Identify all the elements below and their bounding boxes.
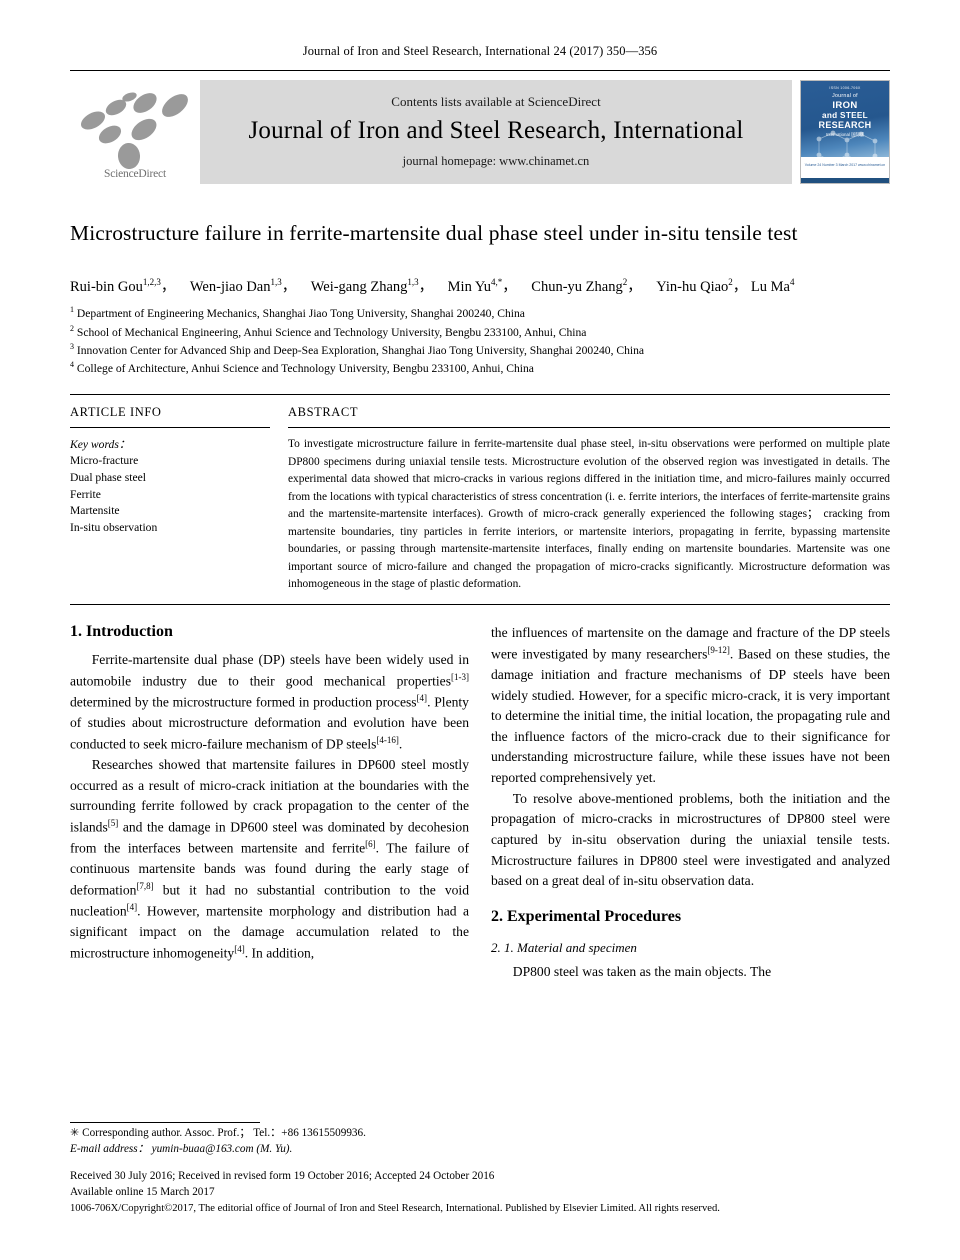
contents-lists-line[interactable]: Contents lists available at ScienceDirec…	[391, 94, 600, 110]
body-columns: 1. Introduction Ferrite-martensite dual …	[70, 623, 890, 983]
paragraph: Ferrite-martensite dual phase (DP) steel…	[70, 652, 469, 752]
masthead: ScienceDirect Contents lists available a…	[70, 80, 890, 184]
affiliation-item: 2 School of Mechanical Engineering, Anhu…	[70, 323, 587, 339]
author-list: Rui-bin Gou1,2,3， Wen-jiao Dan1,3， Wei-g…	[70, 276, 795, 295]
article-info-rule	[70, 426, 270, 428]
body-column-left: 1. Introduction Ferrite-martensite dual …	[70, 623, 469, 983]
paragraph: To resolve above-mentioned problems, bot…	[491, 790, 890, 889]
footnote-rule	[70, 1122, 260, 1123]
cover-iron-word: IRON	[832, 100, 858, 111]
corresponding-author-note: ✳ Corresponding author. Assoc. Prof.； Te…	[70, 1127, 366, 1139]
keyword-item: Dual phase steel	[70, 470, 146, 484]
affiliation-item: 3 Innovation Center for Advanced Ship an…	[70, 342, 645, 357]
abstract-rule	[288, 426, 890, 428]
abstract-column: ABSTRACT To investigate microstructure f…	[288, 405, 890, 594]
keywords-label: Key words：	[70, 437, 131, 451]
copyright-line: 1006-706X/Copyright©2017, The editorial …	[70, 1202, 720, 1214]
keyword-item: In-situ observation	[70, 521, 158, 535]
keyword-item: Ferrite	[70, 487, 101, 501]
article-history: Received 30 July 2016; Received in revis…	[70, 1169, 890, 1201]
header-rule	[70, 70, 890, 71]
page-footnotes: ✳ Corresponding author. Assoc. Prof.； Te…	[70, 1122, 890, 1216]
paragraph: DP800 steel was taken as the main object…	[512, 964, 772, 980]
cover-footer-text: Volume 24 Number 3 March 2017 www.chinam…	[804, 163, 886, 167]
abstract-text: To investigate microstructure failure in…	[288, 437, 890, 591]
keyword-item: Martensite	[70, 504, 120, 518]
article-page: Journal of Iron and Steel Research, Inte…	[0, 0, 960, 1260]
subsection-heading-material-and-specimen: 2. 1. Material and specimen	[491, 940, 637, 956]
affiliation-list: 1 Department of Engineering Mechanics, S…	[70, 304, 890, 378]
cover-bottom-bar	[801, 178, 889, 183]
abstract-heading: ABSTRACT	[288, 404, 359, 419]
cover-journal-word: Journal of	[832, 93, 858, 99]
paragraph: the influences of martensite on the dama…	[491, 625, 890, 786]
sciencedirect-logo: ScienceDirect	[70, 80, 200, 184]
keyword-item: Micro-fracture	[70, 453, 139, 467]
article-title: Microstructure failure in ferrite-marten…	[70, 221, 798, 245]
body-column-right: the influences of martensite on the dama…	[491, 623, 890, 983]
section-heading-experimental-procedures: 2. Experimental Procedures	[491, 908, 682, 926]
cover-and-steel-word: and STEEL	[822, 111, 868, 120]
affiliation-item: 1 Department of Engineering Mechanics, S…	[70, 305, 525, 320]
affiliation-item: 4 College of Architecture, Anhui Science…	[70, 360, 534, 376]
journal-title: Journal of Iron and Steel Research, Inte…	[248, 116, 744, 144]
received-dates: Received 30 July 2016; Received in revis…	[70, 1169, 495, 1182]
article-info-heading: ARTICLE INFO	[70, 404, 162, 419]
running-head: Journal of Iron and Steel Research, Inte…	[302, 44, 658, 58]
journal-cover-thumbnail[interactable]: ISSN 1006-706X Journal of IRON and STEEL…	[800, 80, 890, 184]
available-online-date: Available online 15 March 2017	[70, 1185, 215, 1198]
sciencedirect-ellipses-icon	[74, 88, 196, 170]
article-info-abstract-box: ARTICLE INFO Key words： Micro-fracture D…	[70, 393, 890, 605]
cover-issn: ISSN 1006-706X	[829, 86, 861, 90]
section-heading-introduction: 1. Introduction	[70, 623, 173, 640]
journal-homepage-link[interactable]: journal homepage: www.chinamet.cn	[403, 154, 590, 169]
sciencedirect-wordmark: ScienceDirect	[104, 168, 166, 180]
email-address-note[interactable]: E-mail address： yumin-buaa@163.com (M. Y…	[70, 1142, 890, 1158]
article-info-column: ARTICLE INFO Key words： Micro-fracture D…	[70, 405, 288, 594]
masthead-band: Contents lists available at ScienceDirec…	[200, 80, 792, 184]
paragraph: Researches showed that martensite failur…	[70, 756, 469, 961]
